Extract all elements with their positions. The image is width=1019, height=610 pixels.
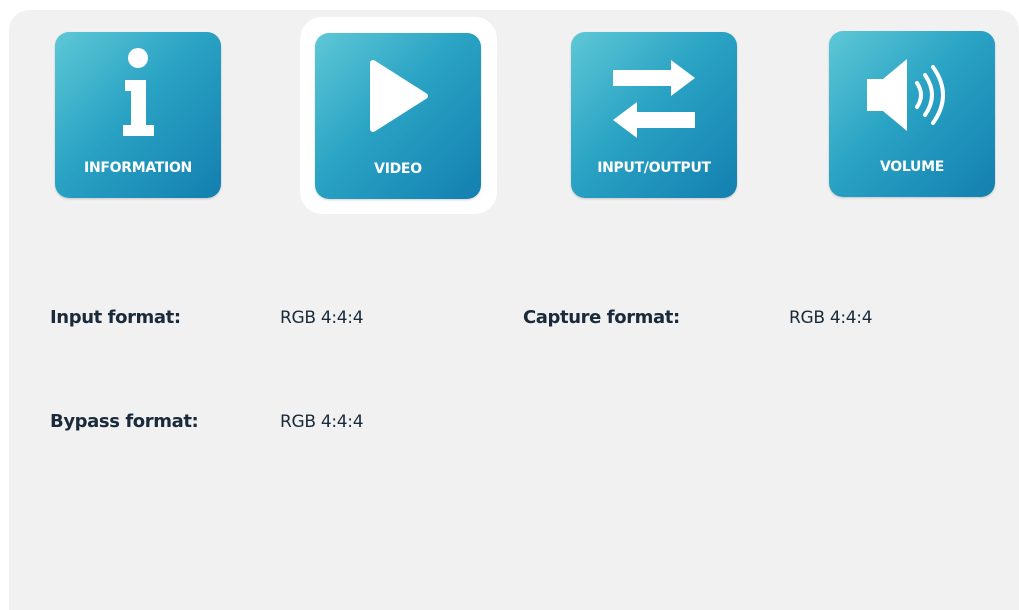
- tab-volume-label: VOLUME: [880, 159, 944, 175]
- tab-input-output-label: INPUT/OUTPUT: [597, 160, 711, 176]
- tab-video-label: VIDEO: [374, 161, 422, 177]
- tab-input-output[interactable]: INPUT/OUTPUT: [571, 32, 737, 198]
- tab-video[interactable]: VIDEO: [315, 33, 481, 199]
- capture-format-value: RGB 4:4:4: [789, 308, 873, 328]
- bypass-format-value: RGB 4:4:4: [280, 412, 364, 432]
- tab-volume[interactable]: VOLUME: [829, 31, 995, 197]
- tab-information[interactable]: INFORMATION: [55, 32, 221, 198]
- input-format-value: RGB 4:4:4: [280, 308, 364, 328]
- capture-format-label: Capture format:: [523, 307, 680, 328]
- tab-information-label: INFORMATION: [84, 160, 192, 176]
- input-format-label: Input format:: [50, 307, 181, 328]
- bypass-format-label: Bypass format:: [50, 411, 199, 432]
